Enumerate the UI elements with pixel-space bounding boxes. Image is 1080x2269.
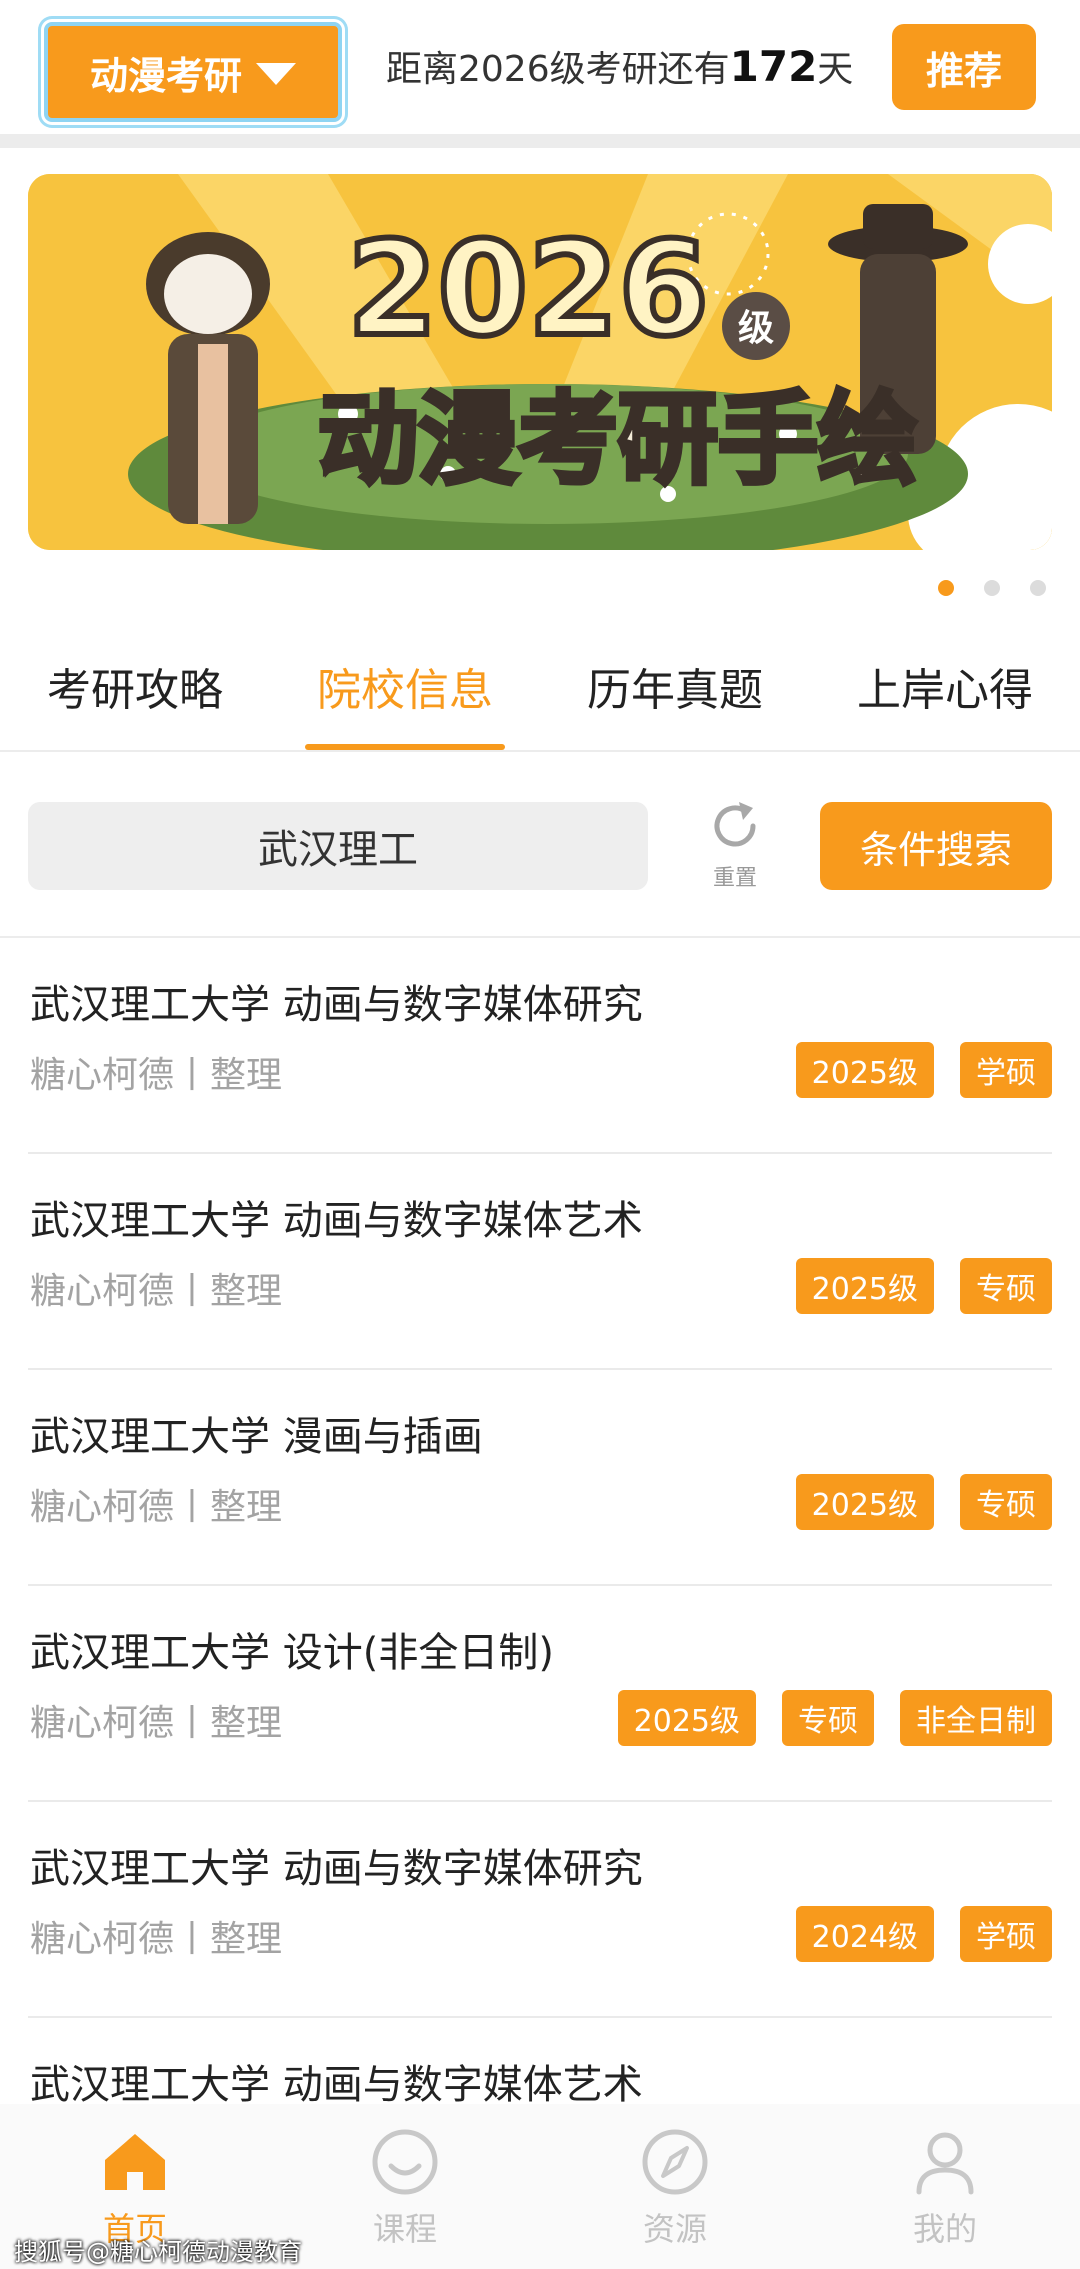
search-input[interactable]: 武汉理工	[28, 802, 648, 890]
promo-banner[interactable]: 2026 级 动漫考研手绘	[28, 174, 1052, 550]
item-tags: 2025级 专硕 非全日制	[617, 1690, 1052, 1746]
top-bar: 动漫考研 距离2026级考研还有172天 推荐	[0, 0, 1080, 134]
user-icon	[916, 2132, 974, 2195]
smile-icon	[372, 2129, 438, 2195]
tab-school-info[interactable]: 院校信息	[270, 640, 540, 750]
reset-button[interactable]: 重置	[700, 796, 770, 892]
list-item[interactable]: 武汉理工大学 动画与数字媒体研究 糖心柯德丨整理 2025级 学硕	[28, 938, 1052, 1154]
divider	[0, 750, 1080, 752]
item-tags: 2024级 学硕	[795, 1906, 1052, 1962]
school-list: 武汉理工大学 动画与数字媒体研究 糖心柯德丨整理 2025级 学硕 武汉理工大学…	[0, 938, 1080, 2138]
degree-tag: 专硕	[960, 1474, 1052, 1530]
item-author: 糖心柯德丨整理	[30, 1271, 283, 1312]
degree-tag: 学硕	[960, 1906, 1052, 1962]
carousel-indicator	[938, 580, 1046, 596]
list-item[interactable]: 武汉理工大学 设计(非全日制) 糖心柯德丨整理 2025级 专硕 非全日制	[28, 1586, 1052, 1802]
carousel-dot[interactable]	[1030, 580, 1046, 596]
item-author: 糖心柯德丨整理	[30, 1703, 283, 1744]
item-author: 糖心柯德丨整理	[30, 1919, 283, 1960]
nav-courses-label: 课程	[372, 2210, 437, 2248]
study-mode-tag: 非全日制	[900, 1690, 1052, 1746]
item-author: 糖心柯德丨整理	[30, 1487, 283, 1528]
list-item[interactable]: 武汉理工大学 动画与数字媒体艺术 糖心柯德丨整理 2025级 专硕	[28, 1154, 1052, 1370]
countdown-days: 172	[729, 42, 818, 91]
list-item[interactable]: 武汉理工大学 动画与数字媒体研究 糖心柯德丨整理 2024级 学硕	[28, 1802, 1052, 2018]
item-title: 武汉理工大学 动画与数字媒体研究	[30, 982, 643, 1028]
category-dropdown[interactable]: 动漫考研	[44, 22, 342, 122]
grade-tag: 2025级	[795, 1474, 934, 1530]
degree-tag: 专硕	[782, 1690, 874, 1746]
degree-tag: 学硕	[960, 1042, 1052, 1098]
banner-year: 2026	[347, 213, 709, 365]
caret-down-icon	[256, 63, 296, 85]
item-author: 糖心柯德丨整理	[30, 1055, 283, 1096]
nav-profile-label: 我的	[912, 2210, 977, 2248]
nav-courses[interactable]: 课程	[270, 2104, 540, 2269]
grade-tag: 2025级	[795, 1258, 934, 1314]
grade-tag: 2025级	[617, 1690, 756, 1746]
refresh-icon	[714, 802, 756, 847]
item-tags: 2025级 专硕	[795, 1258, 1052, 1314]
banner-title: 动漫考研手绘	[318, 381, 918, 498]
recommend-button[interactable]: 推荐	[892, 24, 1036, 110]
grade-tag: 2025级	[795, 1042, 934, 1098]
reset-label: 重置	[712, 866, 757, 891]
item-tags: 2025级 专硕	[795, 1474, 1052, 1530]
condition-search-button[interactable]: 条件搜索	[820, 802, 1052, 890]
item-title: 武汉理工大学 动画与数字媒体艺术	[30, 1198, 643, 1244]
home-icon	[105, 2134, 165, 2190]
list-item[interactable]: 武汉理工大学 漫画与插画 糖心柯德丨整理 2025级 专硕	[28, 1370, 1052, 1586]
degree-tag: 专硕	[960, 1258, 1052, 1314]
tab-exam-strategy[interactable]: 考研攻略	[0, 640, 270, 750]
item-title: 武汉理工大学 漫画与插画	[30, 1414, 483, 1460]
nav-resources-label: 资源	[642, 2210, 707, 2248]
carousel-dot[interactable]	[984, 580, 1000, 596]
tab-success-stories[interactable]: 上岸心得	[810, 640, 1080, 750]
divider	[0, 134, 1080, 148]
item-title: 武汉理工大学 动画与数字媒体艺术	[30, 2062, 643, 2108]
item-title: 武汉理工大学 设计(非全日制)	[30, 1630, 554, 1676]
carousel-dot[interactable]	[938, 580, 954, 596]
exam-countdown: 距离2026级考研还有172天	[386, 42, 854, 91]
item-title: 武汉理工大学 动画与数字媒体研究	[30, 1846, 643, 1892]
item-tags: 2025级 学硕	[795, 1042, 1052, 1098]
tab-past-papers[interactable]: 历年真题	[540, 640, 810, 750]
category-label: 动漫考研	[89, 53, 242, 98]
nav-profile[interactable]: 我的	[810, 2104, 1080, 2269]
nav-resources[interactable]: 资源	[540, 2104, 810, 2269]
watermark: 搜狐号@糖心柯德动漫教育	[14, 2238, 302, 2266]
grade-tag: 2024级	[795, 1906, 934, 1962]
banner-illustration: 2026 级 动漫考研手绘	[28, 174, 1052, 550]
banner-grade-badge: 级	[738, 308, 774, 349]
compass-icon	[642, 2129, 708, 2195]
section-tabs: 考研攻略 院校信息 历年真题 上岸心得	[0, 640, 1080, 750]
